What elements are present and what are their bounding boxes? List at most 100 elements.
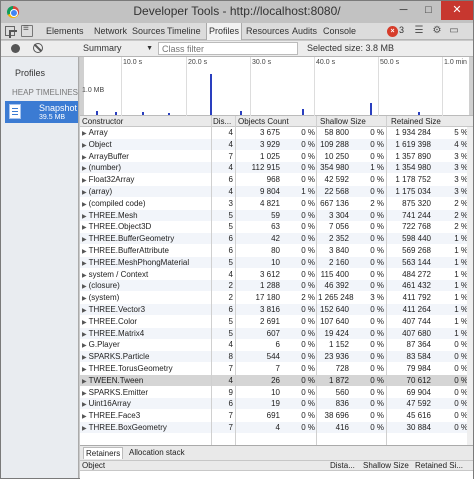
table-row[interactable]: ▶ Array 4 3 675 0 % 58 800 0 % 1 934 284 5 % <box>80 127 473 138</box>
expand-arrow-icon[interactable]: ▶ <box>82 190 87 196</box>
table-row[interactable]: ▶ THREE.Matrix4 5 607 0 % 19 424 0 % 407 680 1 % <box>80 327 473 339</box>
objects-count-percent: 0 % <box>301 128 315 137</box>
expand-arrow-icon[interactable]: ▶ <box>82 178 87 184</box>
range-handle-left[interactable] <box>80 57 84 115</box>
expand-arrow-icon[interactable]: ▶ <box>82 202 87 208</box>
table-row[interactable]: ▶ SPARKS.Emitter 9 10 0 % 560 0 % 69 904 0 % <box>80 386 473 398</box>
table-row[interactable]: ▶ THREE.Mesh 5 59 0 % 3 304 0 % 741 244 2 % <box>80 209 473 221</box>
clear-all-icon[interactable] <box>33 43 43 53</box>
view-select[interactable]: Summary ▼ <box>83 42 155 55</box>
dock-side-icon[interactable]: ▭ <box>448 25 460 37</box>
tab-profiles[interactable]: Profiles <box>206 23 243 40</box>
expand-arrow-icon[interactable]: ▶ <box>82 355 87 361</box>
table-row[interactable]: ▶ (compiled code) 3 4 821 0 % 667 136 2 % 875 3… <box>80 197 473 209</box>
expand-arrow-icon[interactable]: ▶ <box>82 426 87 432</box>
col-object[interactable]: Object <box>82 461 105 470</box>
tab-resources[interactable]: Resources <box>246 23 289 40</box>
sidebar-item-snapshot[interactable]: Snapshot 39.5 MB <box>5 101 78 123</box>
tab-network[interactable]: Network <box>94 23 127 40</box>
expand-arrow-icon[interactable]: ▶ <box>82 367 87 373</box>
class-filter-input[interactable] <box>158 42 298 55</box>
table-row[interactable]: ▶ THREE.Object3D 5 63 0 % 7 056 0 % 722 768 2 % <box>80 221 473 233</box>
table-row[interactable]: ▶ system / Context 4 3 612 0 % 115 400 0 % 484 … <box>80 268 473 280</box>
maximize-button[interactable]: □ <box>416 1 441 20</box>
table-row[interactable]: ▶ (number) 4 112 915 0 % 354 980 1 % 1 354 980 3… <box>80 162 473 174</box>
constructor-label: (array) <box>88 187 113 196</box>
range-handle-right[interactable] <box>469 57 473 115</box>
col-constructor[interactable]: Constructor <box>82 117 123 126</box>
tab-sources[interactable]: Sources <box>132 23 165 40</box>
col-shallow-size[interactable]: Shallow Size <box>363 461 409 470</box>
table-row[interactable]: ▶ TWEEN.Tween 4 26 0 % 1 872 0 % 70 612 0 % <box>80 374 473 386</box>
expand-arrow-icon[interactable]: ▶ <box>82 284 87 290</box>
expand-arrow-icon[interactable]: ▶ <box>82 131 87 137</box>
record-icon[interactable] <box>11 44 20 53</box>
expand-arrow-icon[interactable]: ▶ <box>82 343 87 349</box>
allocation-bar <box>370 103 372 115</box>
expand-arrow-icon[interactable]: ▶ <box>82 414 87 420</box>
grid-scrollbar[interactable] <box>467 127 473 445</box>
expand-arrow-icon[interactable]: ▶ <box>82 296 87 302</box>
error-count[interactable]: 3 <box>399 25 404 35</box>
close-button[interactable]: ✕ <box>441 1 473 20</box>
expand-arrow-icon[interactable]: ▶ <box>82 308 87 314</box>
objects-count: 6 <box>275 340 280 350</box>
expand-arrow-icon[interactable]: ▶ <box>82 273 87 279</box>
tab-audits[interactable]: Audits <box>292 23 317 40</box>
expand-arrow-icon[interactable]: ▶ <box>82 379 87 385</box>
table-row[interactable]: ▶ THREE.Vector3 6 3 816 0 % 152 640 0 % 411 264… <box>80 304 473 315</box>
col-distance[interactable]: Dis... <box>213 117 231 126</box>
objects-count-percent: 0 % <box>301 316 315 326</box>
table-row[interactable]: ▶ THREE.TorusGeometry 7 7 0 % 728 0 % 79 984 0 % <box>80 363 473 374</box>
table-row[interactable]: ▶ Uint16Array 6 19 0 % 836 0 % 47 592 0 % <box>80 398 473 410</box>
expand-arrow-icon[interactable]: ▶ <box>82 155 87 161</box>
table-row[interactable]: ▶ (closure) 2 1 288 0 % 46 392 0 % 461 432 1 % <box>80 280 473 292</box>
tab-console[interactable]: Console <box>323 23 356 40</box>
expand-arrow-icon[interactable]: ▶ <box>82 237 87 243</box>
table-row[interactable]: ▶ THREE.BoxGeometry 7 4 0 % 416 0 % 30 884 0 % <box>80 422 473 433</box>
tab-allocation-stack[interactable]: Allocation stack <box>127 447 187 459</box>
table-row[interactable]: ▶ ArrayBuffer 7 1 025 0 % 10 250 0 % 1 357 890 3… <box>80 150 473 162</box>
col-objects-count[interactable]: Objects Count <box>238 117 289 126</box>
settings-gear-icon[interactable]: ⚙ <box>431 25 443 37</box>
objects-count-percent: 0 % <box>301 175 315 185</box>
minimize-button[interactable]: ─ <box>391 1 416 20</box>
expand-arrow-icon[interactable]: ▶ <box>82 249 87 255</box>
shallow-size: 23 936 <box>324 352 349 362</box>
tab-retainers[interactable]: Retainers <box>83 447 124 459</box>
distance: 6 <box>228 305 233 314</box>
console-drawer-icon[interactable] <box>21 23 33 37</box>
table-row[interactable]: ▶ THREE.BufferGeometry 6 42 0 % 2 352 0 % 598 4… <box>80 233 473 245</box>
table-row[interactable]: ▶ (system) 2 17 180 2 % 1 265 248 3 % 411 792 1 … <box>80 292 473 304</box>
table-row[interactable]: ▶ Float32Array 6 968 0 % 42 592 0 % 1 178 752 3 … <box>80 174 473 186</box>
table-row[interactable]: ▶ THREE.Color 5 2 691 0 % 107 640 0 % 407 744 1 … <box>80 315 473 327</box>
col-distance[interactable]: Dista... <box>330 461 355 470</box>
table-row[interactable]: ▶ (array) 4 9 804 1 % 22 568 0 % 1 175 034 3 % <box>80 186 473 197</box>
expand-arrow-icon[interactable]: ▶ <box>82 320 87 326</box>
col-retained-size[interactable]: Retained Si... <box>415 461 463 470</box>
table-row[interactable]: ▶ THREE.MeshPhongMaterial 5 10 0 % 2 160 0 % 56… <box>80 256 473 268</box>
table-row[interactable]: ▶ THREE.Face3 7 691 0 % 38 696 0 % 45 616 0 % <box>80 410 473 422</box>
inspect-element-icon[interactable] <box>5 26 17 38</box>
table-row[interactable]: ▶ Object 4 3 929 0 % 109 288 0 % 1 619 398 4 % <box>80 138 473 150</box>
expand-arrow-icon[interactable]: ▶ <box>82 261 87 267</box>
tab-elements[interactable]: Elements <box>46 23 84 40</box>
heap-timeline-overview[interactable]: 10.0 s 20.0 s 30.0 s 40.0 s 50.0 s 1.0 m… <box>80 57 473 116</box>
col-shallow-size[interactable]: Shallow Size <box>320 117 366 126</box>
tab-timeline[interactable]: Timeline <box>167 23 201 40</box>
table-row[interactable]: ▶ SPARKS.Particle 8 544 0 % 23 936 0 % 83 584 0 … <box>80 351 473 363</box>
objects-count: 112 915 <box>251 163 280 173</box>
retained-size-percent: 3 % <box>454 175 468 185</box>
expand-arrow-icon[interactable]: ▶ <box>82 143 87 149</box>
expand-arrow-icon[interactable]: ▶ <box>82 332 87 338</box>
expand-arrow-icon[interactable]: ▶ <box>82 214 87 220</box>
col-retained-size[interactable]: Retained Size <box>391 117 441 126</box>
expand-arrow-icon[interactable]: ▶ <box>82 166 87 172</box>
expand-arrow-icon[interactable]: ▶ <box>82 402 87 408</box>
error-icon[interactable]: × <box>387 26 398 37</box>
table-row[interactable]: ▶ G.Player 4 6 0 % 1 152 0 % 87 364 0 % <box>80 339 473 351</box>
expand-arrow-icon[interactable]: ▶ <box>82 391 87 397</box>
expand-arrow-icon[interactable]: ▶ <box>82 225 87 231</box>
table-row[interactable]: ▶ THREE.BufferAttribute 6 80 0 % 3 840 0 % 569 … <box>80 245 473 256</box>
drawer-toggle-icon[interactable]: ☰ <box>413 25 425 37</box>
